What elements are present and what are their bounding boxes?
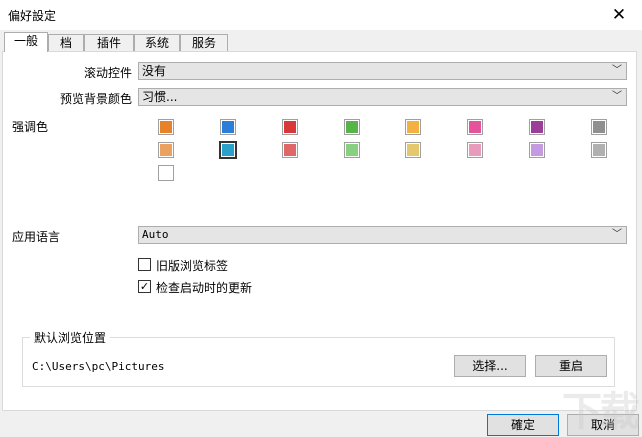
language-select[interactable]: Auto ﹀: [138, 226, 627, 244]
check-updates-checkbox[interactable]: ✓: [138, 280, 151, 293]
legacy-tabs-checkbox[interactable]: [138, 258, 151, 271]
accent-swatch[interactable]: [529, 142, 545, 158]
tab-files[interactable]: 档: [48, 34, 84, 51]
accent-swatch[interactable]: [405, 119, 421, 135]
accent-color-label: 强调色: [12, 120, 49, 134]
accent-swatch[interactable]: [405, 142, 421, 158]
accent-swatch[interactable]: [344, 119, 360, 135]
accent-swatch[interactable]: [219, 141, 237, 159]
accent-swatch[interactable]: [158, 142, 174, 158]
accent-swatch[interactable]: [529, 119, 545, 135]
accent-swatch[interactable]: [467, 142, 483, 158]
accent-swatch[interactable]: [467, 119, 483, 135]
browse-location-title: 默认浏览位置: [30, 329, 111, 346]
close-icon: ✕: [611, 5, 627, 25]
accent-swatch[interactable]: [158, 165, 174, 181]
accent-swatch[interactable]: [158, 119, 174, 135]
window-title: 偏好設定: [8, 9, 57, 23]
scroll-control-label: 滚动控件: [83, 66, 132, 80]
scroll-control-value: 没有: [142, 64, 167, 78]
tab-system[interactable]: 系统: [134, 34, 180, 51]
close-button[interactable]: ✕: [596, 0, 642, 30]
legacy-tabs-label: 旧版浏览标签: [156, 259, 229, 273]
tab-general-label: 一般: [13, 34, 38, 48]
tab-services[interactable]: 服务: [180, 34, 228, 51]
language-label: 应用语言: [12, 230, 61, 244]
watermark-logo: 下载: [562, 389, 640, 435]
tab-general[interactable]: 一般: [4, 32, 48, 52]
browse-location-path: C:\Users\pc\Pictures: [32, 360, 165, 373]
preview-bg-select[interactable]: 习惯... ﹀: [138, 88, 627, 106]
scroll-control-select[interactable]: 没有 ﹀: [138, 62, 627, 80]
accent-swatch[interactable]: [591, 142, 607, 158]
tab-plugins[interactable]: 插件: [84, 34, 134, 51]
check-updates-label: 检查启动时的更新: [156, 281, 253, 295]
tab-plugins-label: 插件: [96, 36, 121, 50]
chevron-down-icon: ﹀: [612, 65, 622, 76]
preview-bg-label: 预览背景颜色: [59, 92, 132, 106]
reset-location-button[interactable]: 重启: [535, 355, 607, 377]
accent-swatch[interactable]: [282, 119, 298, 135]
tab-files-label: 档: [59, 36, 72, 50]
language-value: Auto: [142, 228, 169, 241]
accent-swatch[interactable]: [220, 119, 236, 135]
choose-location-button[interactable]: 选择...: [454, 355, 526, 377]
title-bar: 偏好設定 ✕: [0, 0, 642, 30]
accent-swatch[interactable]: [282, 142, 298, 158]
preview-bg-value: 习惯...: [142, 90, 178, 104]
accent-swatch[interactable]: [344, 142, 360, 158]
checkmark-icon: ✓: [139, 280, 150, 293]
chevron-down-icon: ﹀: [612, 91, 622, 102]
ok-button[interactable]: 確定: [487, 414, 559, 436]
accent-swatch[interactable]: [591, 119, 607, 135]
tab-services-label: 服务: [191, 36, 216, 50]
chevron-down-icon: ﹀: [612, 229, 622, 240]
tab-system-label: 系统: [144, 36, 169, 50]
